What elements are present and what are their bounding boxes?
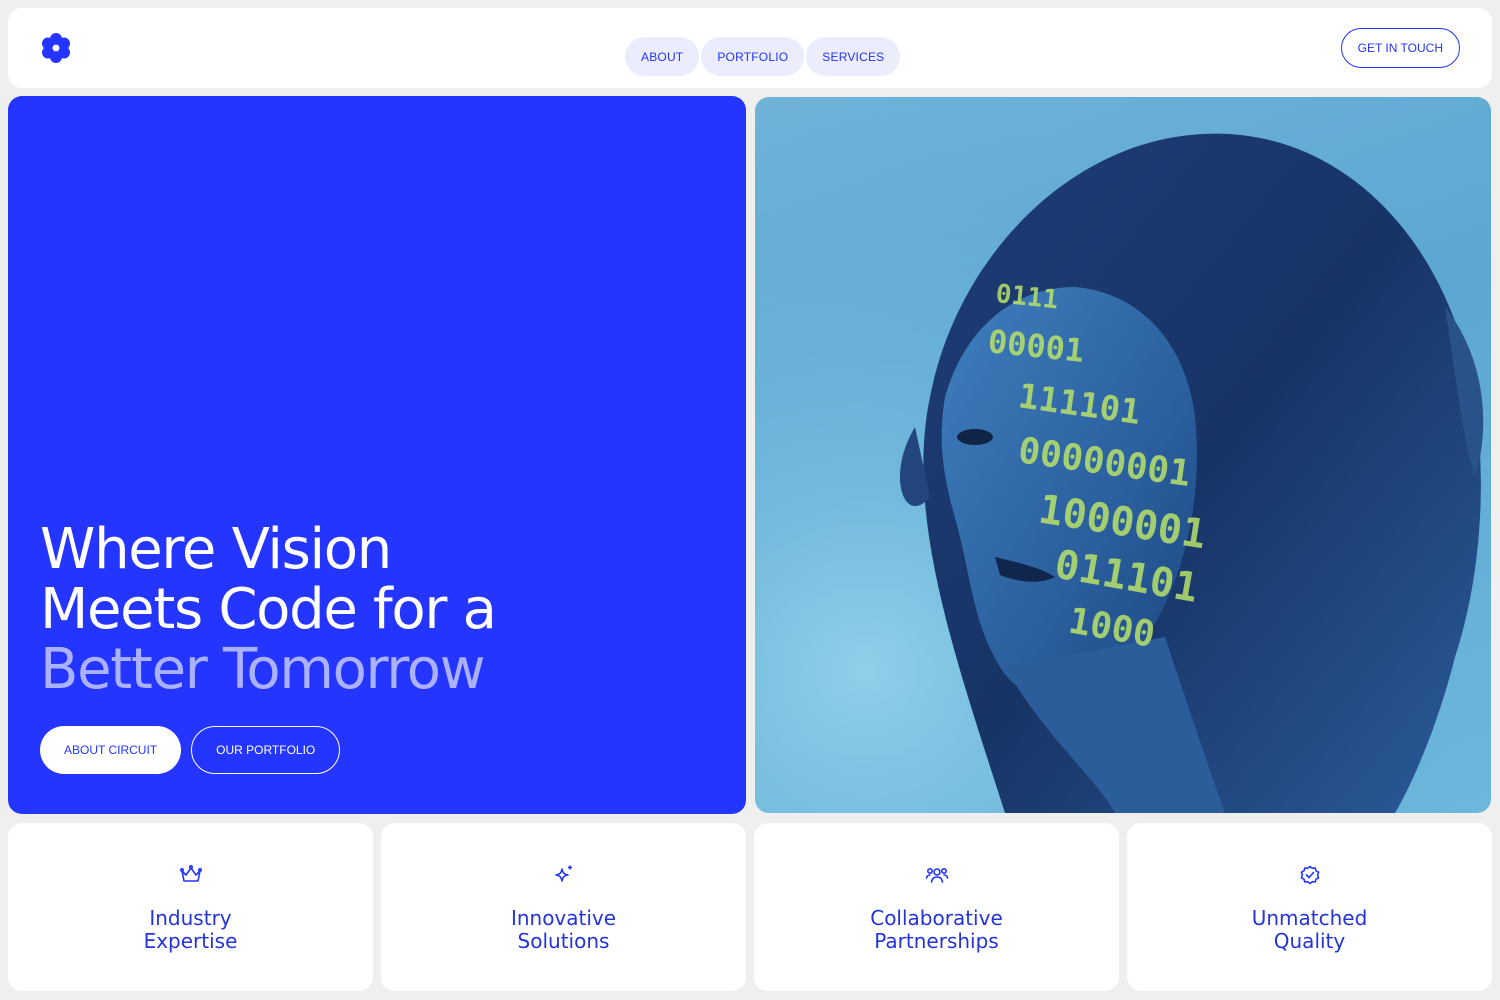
people-icon (925, 863, 949, 887)
main-nav: ABOUT PORTFOLIO SERVICES (625, 37, 901, 76)
woman-portrait-image: 0111 00001 111101 00000001 1000001 01110… (755, 97, 1491, 813)
page: ABOUT PORTFOLIO SERVICES GET IN TOUCH Wh… (0, 0, 1500, 1000)
feature-label: Collaborative Partnerships (870, 906, 1003, 953)
feature-label: Innovative Solutions (510, 906, 617, 953)
nav-portfolio[interactable]: PORTFOLIO (701, 37, 805, 76)
badge-check-icon (1298, 863, 1322, 887)
feature-label: Unmatched Quality (1251, 906, 1368, 953)
sparkle-icon (552, 863, 576, 887)
crown-icon (179, 863, 203, 887)
hero-title: Where Vision Meets Code for a Better Tom… (40, 520, 640, 700)
hero-title-line1: Where Vision (40, 517, 392, 582)
nav-about[interactable]: ABOUT (625, 37, 700, 76)
hero-photo: 0111 00001 111101 00000001 1000001 01110… (755, 97, 1491, 813)
feature-card-collaborative-partnerships: Collaborative Partnerships (754, 823, 1119, 991)
feature-label: Industry Expertise (143, 906, 238, 953)
get-in-touch-button[interactable]: GET IN TOUCH (1340, 28, 1460, 68)
feature-card-unmatched-quality: Unmatched Quality (1127, 823, 1492, 991)
hero-title-line2: Meets Code for a (40, 577, 497, 642)
top-navbar: ABOUT PORTFOLIO SERVICES GET IN TOUCH (8, 8, 1492, 88)
hero-title-line3: Better Tomorrow (40, 637, 486, 702)
feature-card-industry-expertise: Industry Expertise (8, 823, 373, 991)
feature-card-innovative-solutions: Innovative Solutions (381, 823, 746, 991)
flower-logo-icon[interactable] (40, 32, 72, 64)
nav-services[interactable]: SERVICES (806, 37, 901, 76)
about-circuit-button[interactable]: ABOUT CIRCUIT (40, 726, 182, 774)
hero-panel: Where Vision Meets Code for a Better Tom… (8, 96, 746, 814)
our-portfolio-button[interactable]: OUR PORTFOLIO (191, 726, 341, 774)
hero-buttons: ABOUT CIRCUIT OUR PORTFOLIO (40, 726, 341, 774)
